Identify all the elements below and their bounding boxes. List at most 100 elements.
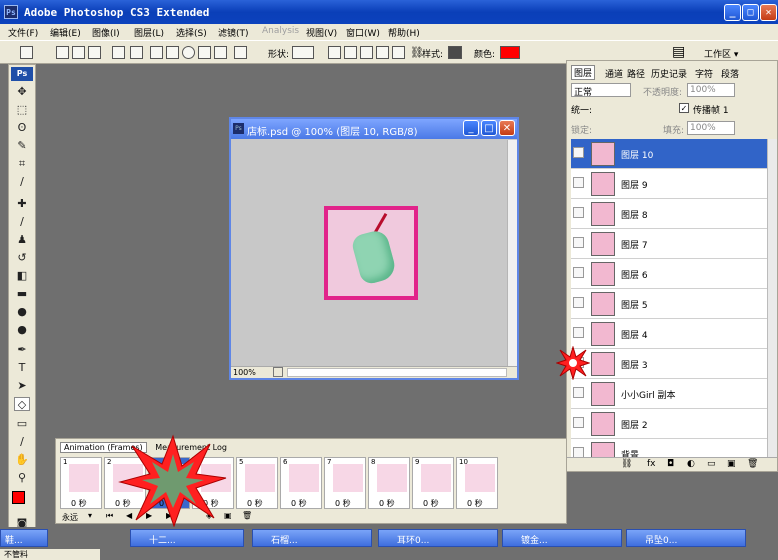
workspace-button[interactable]: 工作区 ▾	[704, 47, 738, 60]
subtract-area-icon[interactable]	[360, 46, 373, 59]
layer-style-icon[interactable]: fx	[647, 459, 656, 469]
tab-paragraph[interactable]: 段落	[721, 67, 739, 80]
taskbar-item-4[interactable]: 镀金...	[502, 529, 622, 547]
minimize-button[interactable]: _	[724, 4, 741, 21]
layer-row[interactable]: 图层 5	[571, 289, 767, 319]
layer-visibility-toggle[interactable]	[573, 207, 584, 218]
animation-frame[interactable]: 7 0 秒	[324, 457, 366, 509]
brush-tool-icon[interactable]: ∕	[14, 215, 30, 229]
style-swatch[interactable]	[448, 46, 462, 59]
tab-layers[interactable]: 图层	[571, 65, 596, 80]
adjustment-layer-icon[interactable]: ◐	[687, 459, 695, 469]
maximize-button[interactable]: □	[742, 4, 759, 21]
zoom-tool-icon[interactable]: ⚲	[14, 471, 30, 485]
marquee-tool-icon[interactable]: ⬚	[14, 103, 30, 117]
menu-layer[interactable]: 图层(L)	[134, 26, 164, 39]
layer-row[interactable]: 图层 9	[571, 169, 767, 199]
layers-scrollbar[interactable]	[767, 139, 777, 457]
menu-file[interactable]: 文件(F)	[8, 26, 38, 39]
animation-frame[interactable]: 1 0 秒	[60, 457, 102, 509]
menu-help[interactable]: 帮助(H)	[388, 26, 420, 39]
pen-icon[interactable]	[112, 46, 125, 59]
healing-brush-icon[interactable]: ✚	[14, 197, 30, 211]
animation-frame[interactable]: 10 0 秒	[456, 457, 498, 509]
line-icon[interactable]	[214, 46, 227, 59]
delete-frame-icon[interactable]: 🗑	[242, 511, 252, 520]
menu-window[interactable]: 窗口(W)	[346, 26, 380, 39]
layer-row[interactable]: 图层 8	[571, 199, 767, 229]
status-menu-icon[interactable]	[273, 367, 283, 377]
intersect-area-icon[interactable]	[376, 46, 389, 59]
dodge-tool-icon[interactable]: ●	[14, 323, 30, 337]
notes-tool-icon[interactable]: ▭	[14, 417, 30, 431]
frame-delay[interactable]: 0 秒	[423, 498, 439, 509]
blur-tool-icon[interactable]: ●	[14, 305, 30, 319]
color-swatch[interactable]	[500, 46, 520, 59]
eyedropper-tool-icon[interactable]: ∕	[14, 435, 30, 449]
type-tool-icon[interactable]: T	[14, 361, 30, 375]
taskbar-item-first[interactable]: 鞋...	[0, 529, 48, 547]
tab-history[interactable]: 历史记录	[651, 67, 687, 80]
taskbar-item-1[interactable]: 十二...	[130, 529, 244, 547]
loop-dropdown-icon[interactable]: ▾	[88, 511, 92, 520]
history-brush-icon[interactable]: ↺	[14, 251, 30, 265]
exclude-area-icon[interactable]	[392, 46, 405, 59]
palette-well-icon[interactable]: ▤	[672, 44, 685, 60]
frame-delay[interactable]: 0 秒	[467, 498, 483, 509]
menu-filter[interactable]: 滤镜(T)	[218, 26, 249, 39]
move-tool-icon[interactable]: ✥	[14, 85, 30, 99]
crop-tool-icon[interactable]: ⌗	[14, 157, 30, 171]
close-button[interactable]: ✕	[760, 4, 777, 21]
layer-visibility-toggle[interactable]	[573, 327, 584, 338]
layer-row[interactable]: 图层 6	[571, 259, 767, 289]
ellipse-icon[interactable]	[182, 46, 195, 59]
add-area-icon[interactable]	[344, 46, 357, 59]
blend-mode-select[interactable]: 正常	[571, 83, 631, 98]
animation-frame[interactable]: 5 0 秒	[236, 457, 278, 509]
layer-mask-icon[interactable]: ◘	[667, 459, 674, 469]
slice-tool-icon[interactable]: ∕	[14, 175, 30, 189]
frame-delay[interactable]: 0 秒	[379, 498, 395, 509]
path-selection-icon[interactable]: ➤	[14, 379, 30, 393]
taskbar-item-2[interactable]: 石榴...	[252, 529, 372, 547]
frame-delay[interactable]: 0 秒	[335, 498, 351, 509]
new-layer-mode-icon[interactable]	[328, 46, 341, 59]
pen-tool-icon[interactable]: ✒	[14, 343, 30, 357]
shape-picker[interactable]	[292, 46, 314, 59]
menu-view[interactable]: 视图(V)	[306, 26, 337, 39]
rounded-rectangle-icon[interactable]	[166, 46, 179, 59]
layer-row[interactable]: 图层 10	[571, 139, 767, 169]
opacity-input[interactable]: 100%	[687, 83, 735, 97]
taskbar-item-5[interactable]: 吊坠0...	[626, 529, 746, 547]
animation-frame[interactable]: 9 0 秒	[412, 457, 454, 509]
tab-character[interactable]: 字符	[695, 67, 713, 80]
tool-preset-icon[interactable]	[20, 46, 33, 59]
frame-delay[interactable]: 0 秒	[71, 498, 87, 509]
layer-visibility-toggle[interactable]	[573, 147, 584, 158]
shape-layers-icon[interactable]	[56, 46, 69, 59]
document-horizontal-scrollbar[interactable]	[287, 368, 507, 377]
propagate-checkbox[interactable]: ✓	[679, 103, 689, 113]
rectangle-icon[interactable]	[150, 46, 163, 59]
layer-row[interactable]: 小小Girl 副本	[571, 379, 767, 409]
lasso-tool-icon[interactable]: ʘ	[14, 121, 30, 135]
taskbar-item-3[interactable]: 耳环0...	[378, 529, 498, 547]
menu-edit[interactable]: 编辑(E)	[50, 26, 81, 39]
layer-row[interactable]: 图层 7	[571, 229, 767, 259]
animation-frame[interactable]: 8 0 秒	[368, 457, 410, 509]
zoom-level[interactable]: 100%	[233, 368, 256, 377]
menu-analysis[interactable]: Analysis	[262, 26, 299, 36]
layer-visibility-toggle[interactable]	[573, 387, 584, 398]
link-layers-icon[interactable]: ⛓	[621, 459, 632, 469]
delete-layer-icon[interactable]: 🗑	[747, 459, 758, 469]
document-canvas[interactable]	[234, 140, 507, 366]
first-frame-icon[interactable]: ⏮	[106, 511, 113, 521]
frame-delay[interactable]: 0 秒	[247, 498, 263, 509]
loop-select[interactable]: 永远	[62, 512, 78, 523]
custom-shape-icon[interactable]	[234, 46, 247, 59]
group-icon[interactable]: ▭	[707, 459, 716, 469]
frame-delay[interactable]: 0 秒	[291, 498, 307, 509]
layer-visibility-toggle[interactable]	[573, 417, 584, 428]
layer-row[interactable]: 图层 2	[571, 409, 767, 439]
fill-input[interactable]: 100%	[687, 121, 735, 135]
